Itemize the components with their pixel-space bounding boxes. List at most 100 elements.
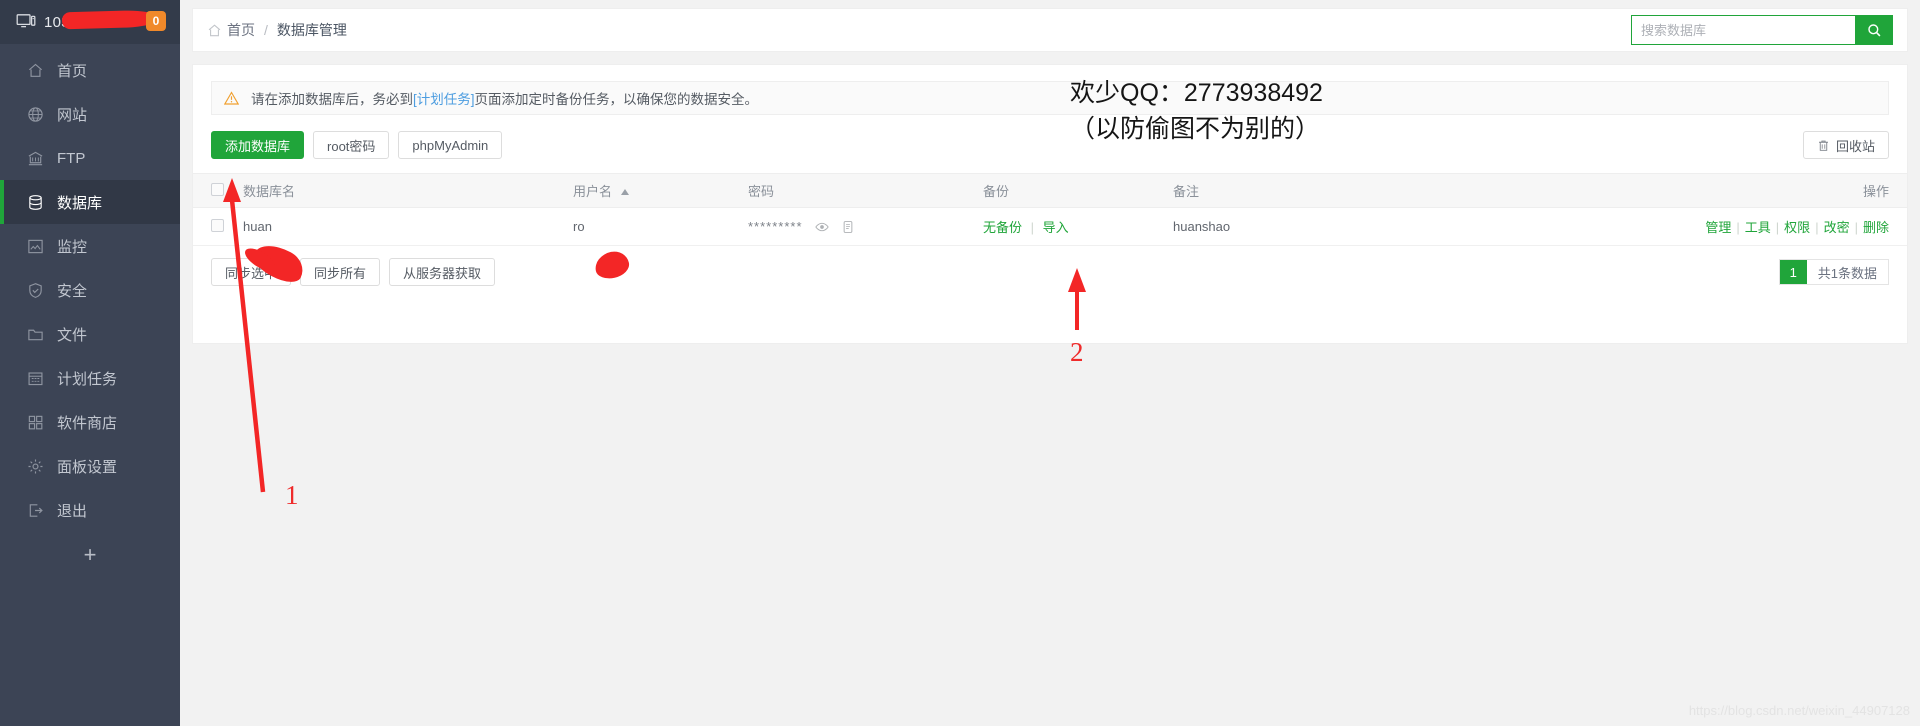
sidebar-item-label: FTP (57, 149, 86, 167)
sidebar-item-monitor[interactable]: 监控 (0, 224, 180, 268)
copy-icon[interactable] (841, 220, 855, 234)
row-checkbox-cell (193, 207, 235, 246)
calendar-icon (26, 369, 44, 387)
gear-icon (26, 457, 44, 475)
breadcrumb: 首页 / 数据库管理 (207, 20, 347, 40)
sidebar-item-label: 首页 (57, 62, 88, 80)
sidebar-item-label: 安全 (57, 282, 88, 300)
sync-all-button[interactable]: 同步所有 (300, 258, 381, 286)
eye-icon[interactable] (814, 220, 829, 234)
table-header-dbname[interactable]: 数据库名 (235, 173, 565, 208)
annotation-marker-1: 1 (285, 480, 299, 510)
database-icon (26, 193, 44, 211)
permission-link[interactable]: 权限 (1784, 220, 1810, 235)
table-header-checkbox-cell (193, 173, 235, 208)
sidebar-item-label: 文件 (57, 326, 88, 344)
row-username: ro (565, 207, 740, 246)
table-row[interactable]: huan ro ********* 无备份 | 导入 huanshao 管理 |… (193, 207, 1907, 246)
table-header-password[interactable]: 密码 (740, 173, 975, 208)
root-password-button[interactable]: root密码 (313, 131, 390, 159)
sidebar-nav: 首页 网站 FTP 数据库 监控 安全 文件 计划任务 软件商店 面板设置 退出… (0, 44, 180, 578)
warning-icon (224, 90, 239, 105)
watermark: https://blog.csdn.net/weixin_44907128 (1688, 703, 1910, 718)
sidebar-item-ftp[interactable]: FTP (0, 136, 180, 180)
notification-badge[interactable]: 0 (146, 11, 166, 31)
annotation-qq-text: 欢少QQ：2773938492 （以防偷图不为别的） (1070, 76, 1323, 147)
change-password-link[interactable]: 改密 (1824, 220, 1850, 235)
table-footer: 同步选中 同步所有 从服务器获取 1 共1条数据 (211, 258, 1889, 286)
table-header-backup[interactable]: 备份 (975, 173, 1165, 208)
delete-link[interactable]: 删除 (1863, 220, 1889, 235)
monitor-icon (16, 14, 36, 28)
annotation-qq-line1: 欢少QQ：2773938492 (1070, 79, 1323, 107)
folder-icon (26, 325, 44, 343)
password-mask: ********* (748, 219, 803, 234)
topbar: 首页 / 数据库管理 (192, 8, 1908, 52)
backup-warning-banner: 请在添加数据库后，务必到 [计划任务] 页面添加定时备份任务，以确保您的数据安全… (211, 81, 1889, 115)
sidebar-item-security[interactable]: 安全 (0, 268, 180, 312)
grid-icon (26, 413, 44, 431)
row-password-cell: ********* (740, 207, 975, 246)
sidebar-item-label: 面板设置 (57, 458, 118, 476)
sort-ascending-icon[interactable] (620, 189, 629, 195)
alert-cron-link[interactable]: [计划任务] (413, 88, 475, 108)
table-header-operation: 操作 (1356, 173, 1907, 208)
select-all-checkbox[interactable] (211, 182, 224, 196)
ftp-icon (26, 149, 44, 167)
page-root: 103. 0 首页 网站 FTP 数据库 监控 安全 文件 计划任务 软件商店 … (0, 0, 1920, 726)
search-area (1631, 15, 1893, 45)
sidebar-item-home[interactable]: 首页 (0, 48, 180, 92)
backup-separator: | (1030, 220, 1035, 235)
table-header-note[interactable]: 备注 (1165, 173, 1357, 208)
op-sep: | (1775, 220, 1780, 235)
phpmyadmin-button[interactable]: phpMyAdmin (398, 131, 503, 159)
sidebar-add-button[interactable]: + (0, 532, 180, 578)
page-1-button[interactable]: 1 (1779, 260, 1807, 284)
logout-icon (26, 501, 44, 519)
op-sep: | (1736, 220, 1740, 235)
table-header-username[interactable]: 用户名 (565, 173, 740, 208)
fetch-from-server-button[interactable]: 从服务器获取 (389, 258, 496, 286)
row-select-checkbox[interactable] (211, 218, 224, 232)
chart-icon (26, 237, 44, 255)
tools-link[interactable]: 工具 (1745, 220, 1771, 235)
database-toolbar: 添加数据库 root密码 phpMyAdmin 回收站 (211, 131, 1889, 159)
table-header-username-label: 用户名 (573, 184, 613, 199)
sidebar-item-logout[interactable]: 退出 (0, 488, 180, 532)
recycle-bin-button[interactable]: 回收站 (1802, 131, 1889, 159)
table-header-row: 数据库名 用户名 密码 备份 备注 操作 (193, 173, 1907, 208)
row-operation-links: 管理 | 工具 | 权限 | 改密 | 删除 (1705, 220, 1889, 235)
breadcrumb-separator: / (264, 22, 268, 38)
sidebar-item-label: 退出 (57, 502, 88, 520)
add-database-button[interactable]: 添加数据库 (211, 131, 305, 159)
sidebar-item-label: 网站 (57, 106, 88, 124)
alert-text-before: 请在添加数据库后，务必到 (251, 92, 413, 107)
pagination: 1 共1条数据 (1778, 259, 1889, 285)
globe-icon (26, 105, 44, 123)
sidebar-item-appstore[interactable]: 软件商店 (0, 400, 180, 444)
op-sep: | (1815, 220, 1819, 235)
sidebar-item-database[interactable]: 数据库 (0, 180, 180, 224)
sidebar-item-settings[interactable]: 面板设置 (0, 444, 180, 488)
shield-icon (26, 281, 44, 299)
sidebar-item-files[interactable]: 文件 (0, 312, 180, 356)
breadcrumb-current: 数据库管理 (276, 22, 347, 38)
sidebar-host-bar[interactable]: 103. 0 (0, 0, 180, 44)
sidebar-item-cron[interactable]: 计划任务 (0, 356, 180, 400)
sidebar-item-website[interactable]: 网站 (0, 92, 180, 136)
database-table: 数据库名 用户名 密码 备份 备注 操作 huan ro ********* 无… (193, 173, 1907, 246)
backup-status-link[interactable]: 无备份 (983, 220, 1022, 235)
main-content: 首页 / 数据库管理 搜索数据库 请在添加数据库后，务必到 [计划任务] 页面添… (180, 0, 1920, 726)
annotation-marker-2: 2 (1070, 337, 1084, 367)
annotation-qq-line2: （以防偷图不为别的） (1070, 114, 1321, 143)
home-icon (208, 23, 221, 36)
search-input[interactable] (1631, 15, 1855, 45)
search-button[interactable] (1855, 15, 1893, 45)
sidebar-item-label: 数据库 (57, 194, 103, 212)
backup-import-link[interactable]: 导入 (1043, 220, 1069, 235)
breadcrumb-home-link[interactable]: 首页 (227, 20, 255, 40)
alert-text-after: 页面添加定时备份任务，以确保您的数据安全。 (474, 92, 759, 107)
row-operations-cell: 管理 | 工具 | 权限 | 改密 | 删除 (1356, 207, 1907, 246)
recycle-bin-label: 回收站 (1835, 138, 1875, 154)
manage-link[interactable]: 管理 (1705, 220, 1731, 235)
